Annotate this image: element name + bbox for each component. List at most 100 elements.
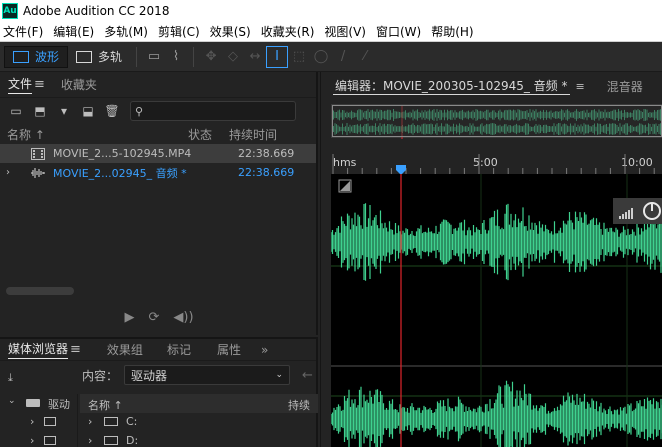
media-row-drive-c[interactable]: › C:: [80, 413, 318, 432]
back-arrow-icon[interactable]: ←: [302, 368, 313, 383]
toolbar-divider: [193, 46, 195, 67]
tab-markers[interactable]: 标记: [159, 339, 199, 361]
menu-view[interactable]: 视图(V): [319, 23, 371, 40]
overview-zoom-selection[interactable]: [332, 105, 662, 137]
waveform-mode-label: 波形: [35, 50, 60, 64]
menu-help[interactable]: 帮助(H): [426, 23, 478, 40]
more-panels-chevron-icon[interactable]: »: [253, 339, 276, 361]
tree-row-drive-d[interactable]: ›: [0, 432, 77, 447]
toolbar: 波形 多轨 ▭ ⌇ ✥ ◇ ↔ I ⬚ ◯ / ⁄: [0, 42, 662, 72]
expand-chevron-icon[interactable]: ›: [88, 415, 92, 428]
new-file-icon[interactable]: ▾: [52, 101, 76, 121]
menu-file[interactable]: 文件(F): [0, 23, 48, 40]
volume-icon[interactable]: ◀)): [173, 310, 193, 325]
spectral-pitch-icon[interactable]: ⌇: [165, 46, 187, 68]
waveform-overview[interactable]: [331, 104, 662, 139]
multitrack-mode-button[interactable]: 多轨: [68, 46, 130, 68]
waveform-icon: [13, 50, 29, 63]
waveform-mode-button[interactable]: 波形: [4, 45, 69, 68]
import-file-icon[interactable]: ⬒: [28, 101, 52, 121]
drive-icon: [104, 436, 118, 445]
move-tool-icon[interactable]: ✥: [200, 46, 222, 68]
waveform-display[interactable]: [331, 174, 662, 447]
media-list-header: 名称 ↑ 持续: [80, 394, 318, 413]
menu-bar: 文件(F) 编辑(E) 多轨(M) 剪辑(C) 效果(S) 收藏夹(R) 视图(…: [0, 22, 662, 42]
razor-tool-icon[interactable]: ◇: [222, 46, 244, 68]
menu-multitrack[interactable]: 多轨(M): [99, 23, 153, 40]
menu-favorites[interactable]: 收藏夹(R): [256, 23, 320, 40]
media-list: › C: › D:: [80, 413, 318, 447]
tree-root-label: 驱动: [48, 398, 70, 411]
content-dropdown-value: 驱动器: [131, 368, 168, 383]
spectral-frequency-icon[interactable]: ▭: [143, 46, 165, 68]
title-bar: Au Adobe Audition CC 2018: [0, 0, 662, 22]
column-duration[interactable]: 持续: [288, 397, 310, 413]
tab-editor[interactable]: 编辑器：MOVIE_200305-102945_ 音频 *: [333, 77, 570, 95]
media-row-drive-d[interactable]: › D:: [80, 432, 318, 447]
delete-trash-icon[interactable]: 🗑: [100, 101, 124, 121]
tab-files[interactable]: 文件 ≡: [0, 72, 53, 98]
column-duration[interactable]: 持续时间: [229, 126, 277, 143]
slip-tool-icon[interactable]: ↔: [244, 46, 266, 68]
insert-into-multitrack-icon[interactable]: ⬓: [76, 101, 100, 121]
drive-icon: [104, 417, 118, 426]
play-icon[interactable]: ▶: [124, 310, 134, 325]
tab-effects-group[interactable]: 效果组: [99, 339, 151, 361]
media-panel-tabs: 媒体浏览器 ≡ 效果组 标记 属性 »: [0, 339, 316, 361]
media-tree: ⌄ 驱动 › ›: [0, 394, 78, 447]
window-title: Adobe Audition CC 2018: [23, 4, 170, 18]
files-panel: 文件 ≡ 收藏夹 ▭ ⬒ ▾ ⬓ 🗑 ⚲ 名称 ↑ 状态 持续时间 MOVIE_…: [0, 72, 318, 335]
time-ruler[interactable]: hms 5:00 10:00: [331, 152, 662, 175]
files-preview-transport: ▶ ⟳ ◀)): [0, 304, 318, 330]
file-row-audio[interactable]: › MOVIE_2...02945_ 音频 * 22:38.669: [0, 163, 316, 182]
files-search-input[interactable]: ⚲: [130, 101, 296, 121]
collapse-chevron-icon[interactable]: ⌄: [8, 396, 16, 406]
tree-row-drive-c[interactable]: ›: [0, 413, 77, 432]
files-panel-tabs: 文件 ≡ 收藏夹: [0, 72, 316, 98]
ruler-ticks: [332, 154, 655, 174]
files-horizontal-scrollbar[interactable]: [6, 287, 74, 295]
expand-chevron-icon[interactable]: ›: [6, 167, 10, 178]
menu-effects[interactable]: 效果(S): [205, 23, 256, 40]
menu-edit[interactable]: 编辑(E): [48, 23, 99, 40]
marquee-tool-icon[interactable]: ⬚: [288, 46, 310, 68]
expand-chevron-icon[interactable]: ›: [30, 415, 34, 428]
content-dropdown[interactable]: 驱动器 ⌄: [124, 365, 291, 385]
brush-tool-icon[interactable]: /: [332, 46, 354, 68]
tab-mixer[interactable]: 混音器: [607, 78, 643, 95]
column-name[interactable]: 名称 ↑: [7, 126, 45, 143]
tab-files-label: 文件: [8, 75, 33, 94]
tab-media-browser-label: 媒体浏览器: [8, 340, 69, 359]
panel-menu-icon[interactable]: ≡: [70, 342, 81, 357]
tab-media-browser[interactable]: 媒体浏览器 ≡: [0, 339, 89, 361]
panel-menu-icon[interactable]: ≡: [576, 80, 585, 93]
waveform-path: [331, 380, 662, 447]
file-name: MOVIE_2...02945_ 音频 *: [53, 166, 187, 180]
expand-chevron-icon[interactable]: ›: [30, 434, 34, 447]
drive-label: C:: [126, 415, 138, 428]
drive-icon: [44, 436, 56, 445]
lasso-tool-icon[interactable]: ◯: [310, 46, 332, 68]
expand-chevron-icon[interactable]: ›: [88, 434, 92, 447]
column-name[interactable]: 名称 ↑: [88, 397, 123, 413]
tree-row-drives[interactable]: ⌄ 驱动: [0, 394, 77, 413]
column-status[interactable]: 状态: [188, 126, 212, 143]
download-icon[interactable]: ⤓: [8, 371, 13, 385]
drive-icon: [44, 417, 56, 426]
time-selection-tool-icon[interactable]: I: [266, 45, 289, 68]
multitrack-mode-label: 多轨: [98, 50, 123, 64]
drive-label: D:: [126, 434, 139, 447]
spot-healing-tool-icon[interactable]: ⁄: [354, 46, 376, 68]
audition-app-icon: Au: [2, 3, 18, 19]
drive-folder-icon: [26, 399, 40, 407]
loop-icon[interactable]: ⟳: [148, 310, 159, 325]
menu-clip[interactable]: 剪辑(C): [153, 23, 205, 40]
tab-properties[interactable]: 属性: [209, 339, 249, 361]
file-row-video[interactable]: MOVIE_2...5-102945.MP4 22:38.669: [0, 144, 316, 163]
tab-favorites[interactable]: 收藏夹: [53, 72, 105, 98]
panel-menu-icon[interactable]: ≡: [34, 77, 45, 92]
menu-window[interactable]: 窗口(W): [371, 23, 426, 40]
open-folder-icon[interactable]: ▭: [4, 101, 28, 121]
content-label: 内容：: [82, 368, 119, 383]
file-duration: 22:38.669: [238, 166, 295, 179]
